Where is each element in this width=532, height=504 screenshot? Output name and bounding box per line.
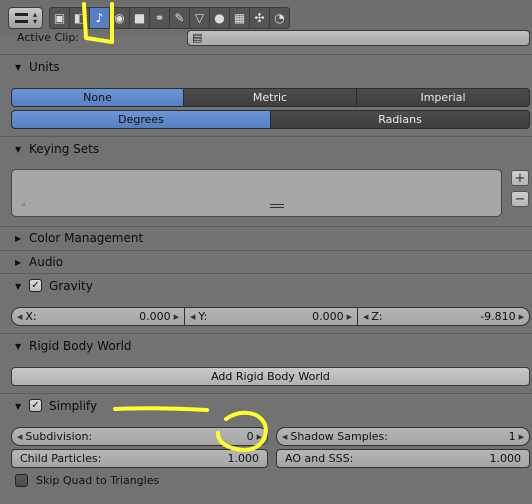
active-clip-label: Active Clip: (17, 31, 80, 44)
material-icon: ● (214, 11, 225, 25)
expanded-triangle-icon: ▼ (15, 62, 22, 72)
movie-clip-icon: ▤ (192, 31, 203, 44)
shadow-samples-value: 1 (508, 430, 516, 443)
add-keying-set-button[interactable]: + (511, 170, 529, 186)
editor-type-button[interactable]: ▴ ▾ (8, 7, 43, 29)
shadow-samples-field[interactable]: ◀ Shadow Samples: 1 ▶ (276, 427, 530, 446)
render-icon: ▣ (53, 11, 66, 25)
context-tab-constraints[interactable]: ⚭ (150, 8, 170, 28)
audio-title: Audio (29, 255, 64, 269)
rotation-degrees-button[interactable]: Degrees (11, 110, 271, 129)
panel-separator (0, 54, 532, 55)
modifiers-icon: ✎ (174, 11, 185, 25)
unit-system-none-button[interactable]: None (11, 88, 184, 107)
increment-arrow-icon[interactable]: ▶ (519, 313, 524, 321)
simplify-title: Simplify (49, 399, 98, 413)
add-rigid-body-world-button[interactable]: Add Rigid Body World (11, 367, 530, 386)
object-icon: ■ (133, 11, 146, 25)
rotation-radians-button[interactable]: Radians (270, 110, 530, 129)
simplify-enable-checkbox[interactable]: ✓ (29, 399, 42, 412)
gravity-z-label: Z: (371, 310, 383, 323)
chevron-updown-icon: ▴ ▾ (32, 10, 37, 26)
particles-icon: ✣ (254, 11, 265, 25)
context-tab-data[interactable]: ▽ (190, 8, 210, 28)
expanded-triangle-icon: ▼ (15, 281, 22, 291)
keying-sets-panel-header[interactable]: ▼ Keying Sets (0, 138, 532, 160)
panel-separator (0, 273, 532, 274)
filter-icon[interactable]: ◦ (21, 201, 26, 211)
panel-separator (0, 136, 532, 137)
child-particles-label: Child Particles: (20, 452, 102, 465)
context-tab-object[interactable]: ■ (130, 8, 150, 28)
keying-sets-title: Keying Sets (29, 142, 100, 156)
annotation-circle-mark (206, 407, 272, 455)
ao-sss-label: AO and SSS: (285, 452, 354, 465)
context-tab-texture[interactable]: ▦ (230, 8, 250, 28)
panel-separator (0, 393, 532, 394)
context-tab-material[interactable]: ● (210, 8, 230, 28)
gravity-panel-header[interactable]: ▼ ✓ Gravity (0, 275, 532, 297)
gravity-y-field[interactable]: ◀ Y: 0.000 ▶ (184, 307, 358, 326)
keying-sets-list[interactable]: ◦ (11, 169, 502, 217)
ao-sss-value: 1.000 (489, 452, 522, 465)
increment-arrow-icon[interactable]: ▶ (519, 433, 524, 441)
active-clip-field[interactable]: ▤ (187, 30, 530, 46)
color-management-title: Color Management (29, 231, 144, 245)
rigid-body-world-title: Rigid Body World (29, 339, 132, 353)
panel-separator (0, 333, 532, 334)
properties-editor-icon (15, 13, 28, 23)
rigid-body-world-panel-header[interactable]: ▼ Rigid Body World (0, 335, 532, 357)
audio-panel-header[interactable]: ▶ Audio (0, 251, 532, 273)
gravity-z-field[interactable]: ◀ Z: -9.810 ▶ (357, 307, 530, 326)
ao-sss-field[interactable]: AO and SSS: 1.000 (276, 449, 530, 468)
shadow-samples-label: Shadow Samples: (290, 430, 388, 443)
annotation-highlight-mark (78, 0, 120, 46)
constraints-icon: ⚭ (154, 11, 165, 25)
context-tab-particles[interactable]: ✣ (250, 8, 270, 28)
texture-icon: ▦ (233, 11, 246, 25)
expanded-triangle-icon: ▼ (15, 401, 22, 411)
collapsed-triangle-icon: ▶ (15, 257, 22, 267)
collapsed-triangle-icon: ▶ (15, 233, 22, 243)
skip-quad-checkbox[interactable] (15, 474, 28, 487)
list-resize-grip[interactable] (270, 204, 284, 208)
context-tab-render[interactable]: ▣ (50, 8, 70, 28)
context-tab-modifiers[interactable]: ✎ (170, 8, 190, 28)
gravity-x-field[interactable]: ◀ X: 0.000 ▶ (11, 307, 185, 326)
physics-icon: ◔ (274, 11, 285, 25)
expanded-triangle-icon: ▼ (15, 144, 22, 154)
gravity-z-value: -9.810 (480, 310, 516, 323)
gravity-x-label: X: (25, 310, 37, 323)
gravity-title: Gravity (49, 279, 93, 293)
context-tab-physics[interactable]: ◔ (270, 8, 289, 28)
expanded-triangle-icon: ▼ (15, 341, 22, 351)
gravity-enable-checkbox[interactable]: ✓ (29, 279, 42, 292)
gravity-x-value: 0.000 (139, 310, 171, 323)
annotation-underline-mark (113, 403, 209, 412)
increment-arrow-icon[interactable]: ▶ (347, 313, 352, 321)
unit-system-imperial-button[interactable]: Imperial (356, 88, 530, 107)
data-icon: ▽ (194, 11, 205, 25)
unit-system-metric-button[interactable]: Metric (183, 88, 357, 107)
units-title: Units (29, 60, 60, 74)
gravity-y-label: Y: (198, 310, 208, 323)
increment-arrow-icon[interactable]: ▶ (174, 313, 179, 321)
remove-keying-set-button[interactable]: − (511, 191, 529, 207)
color-management-panel-header[interactable]: ▶ Color Management (0, 227, 532, 249)
units-panel-header[interactable]: ▼ Units (0, 56, 532, 78)
skip-quad-label: Skip Quad to Triangles (36, 474, 160, 487)
gravity-y-value: 0.000 (312, 310, 344, 323)
